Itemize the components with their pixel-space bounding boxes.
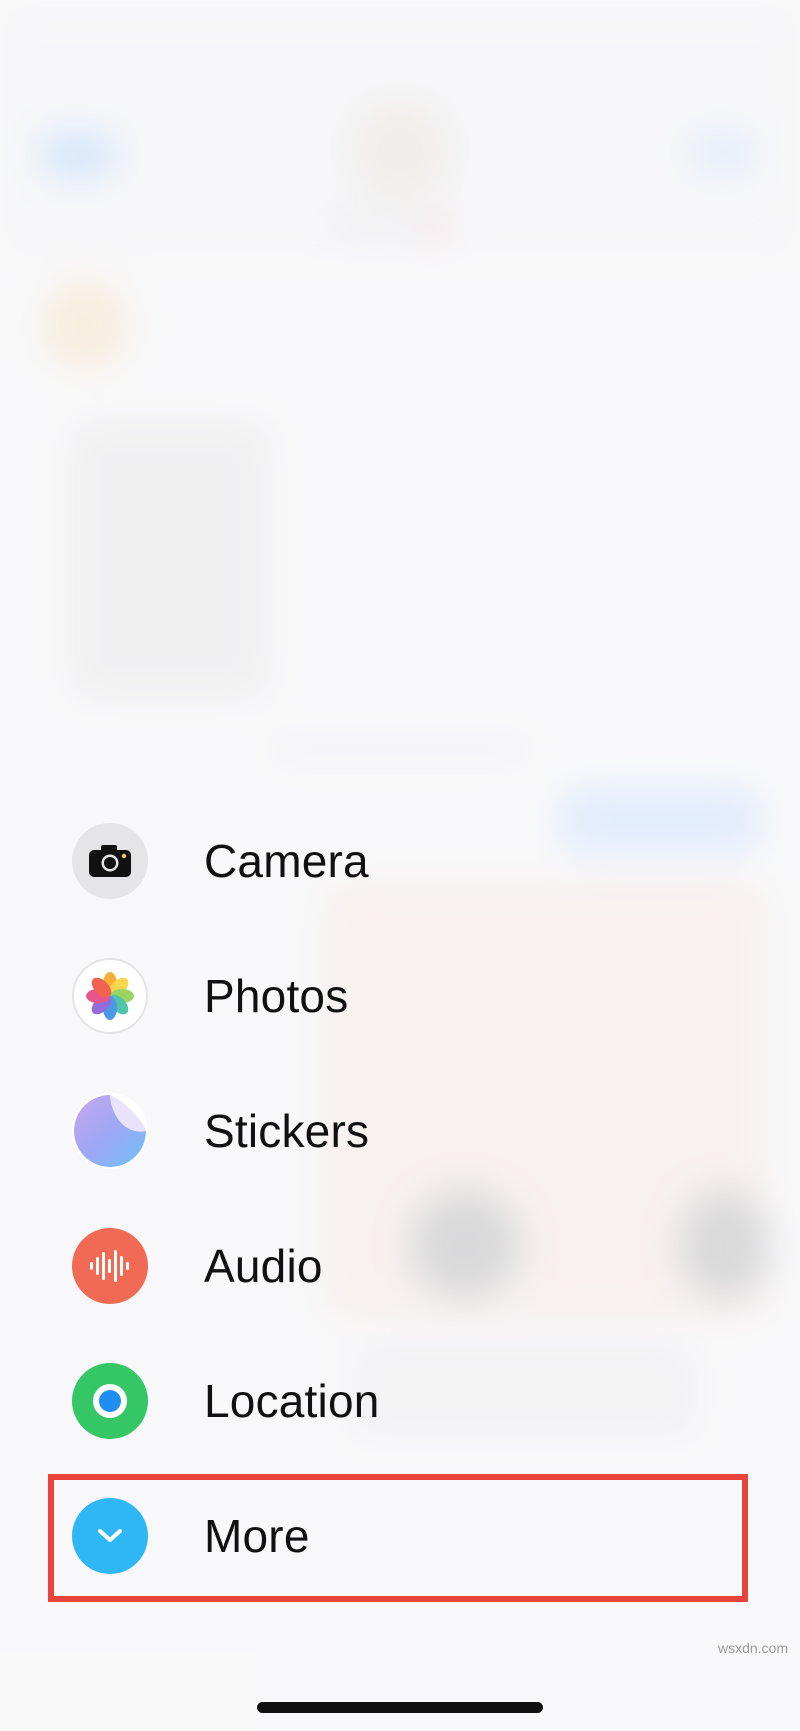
home-indicator[interactable] (257, 1702, 543, 1713)
camera-icon (72, 823, 148, 899)
menu-item-stickers[interactable]: Stickers (72, 1076, 712, 1186)
menu-item-camera[interactable]: Camera (72, 806, 712, 916)
photos-icon (72, 958, 148, 1034)
stickers-icon (72, 1093, 148, 1169)
location-icon (72, 1363, 148, 1439)
menu-item-label: Photos (204, 970, 349, 1022)
menu-item-label: Audio (204, 1240, 323, 1292)
watermark: wsxdn.com (717, 1640, 788, 1656)
attachment-menu: Camera Photos Stickers Audio Location Mo… (0, 0, 800, 1731)
menu-item-photos[interactable]: Photos (72, 941, 712, 1051)
menu-item-audio[interactable]: Audio (72, 1211, 712, 1321)
menu-item-label: Camera (204, 835, 369, 887)
menu-item-label: Location (204, 1375, 380, 1427)
highlight-box (48, 1474, 748, 1602)
audio-waveform-icon (72, 1228, 148, 1304)
menu-item-location[interactable]: Location (72, 1346, 712, 1456)
menu-item-label: Stickers (204, 1105, 370, 1157)
